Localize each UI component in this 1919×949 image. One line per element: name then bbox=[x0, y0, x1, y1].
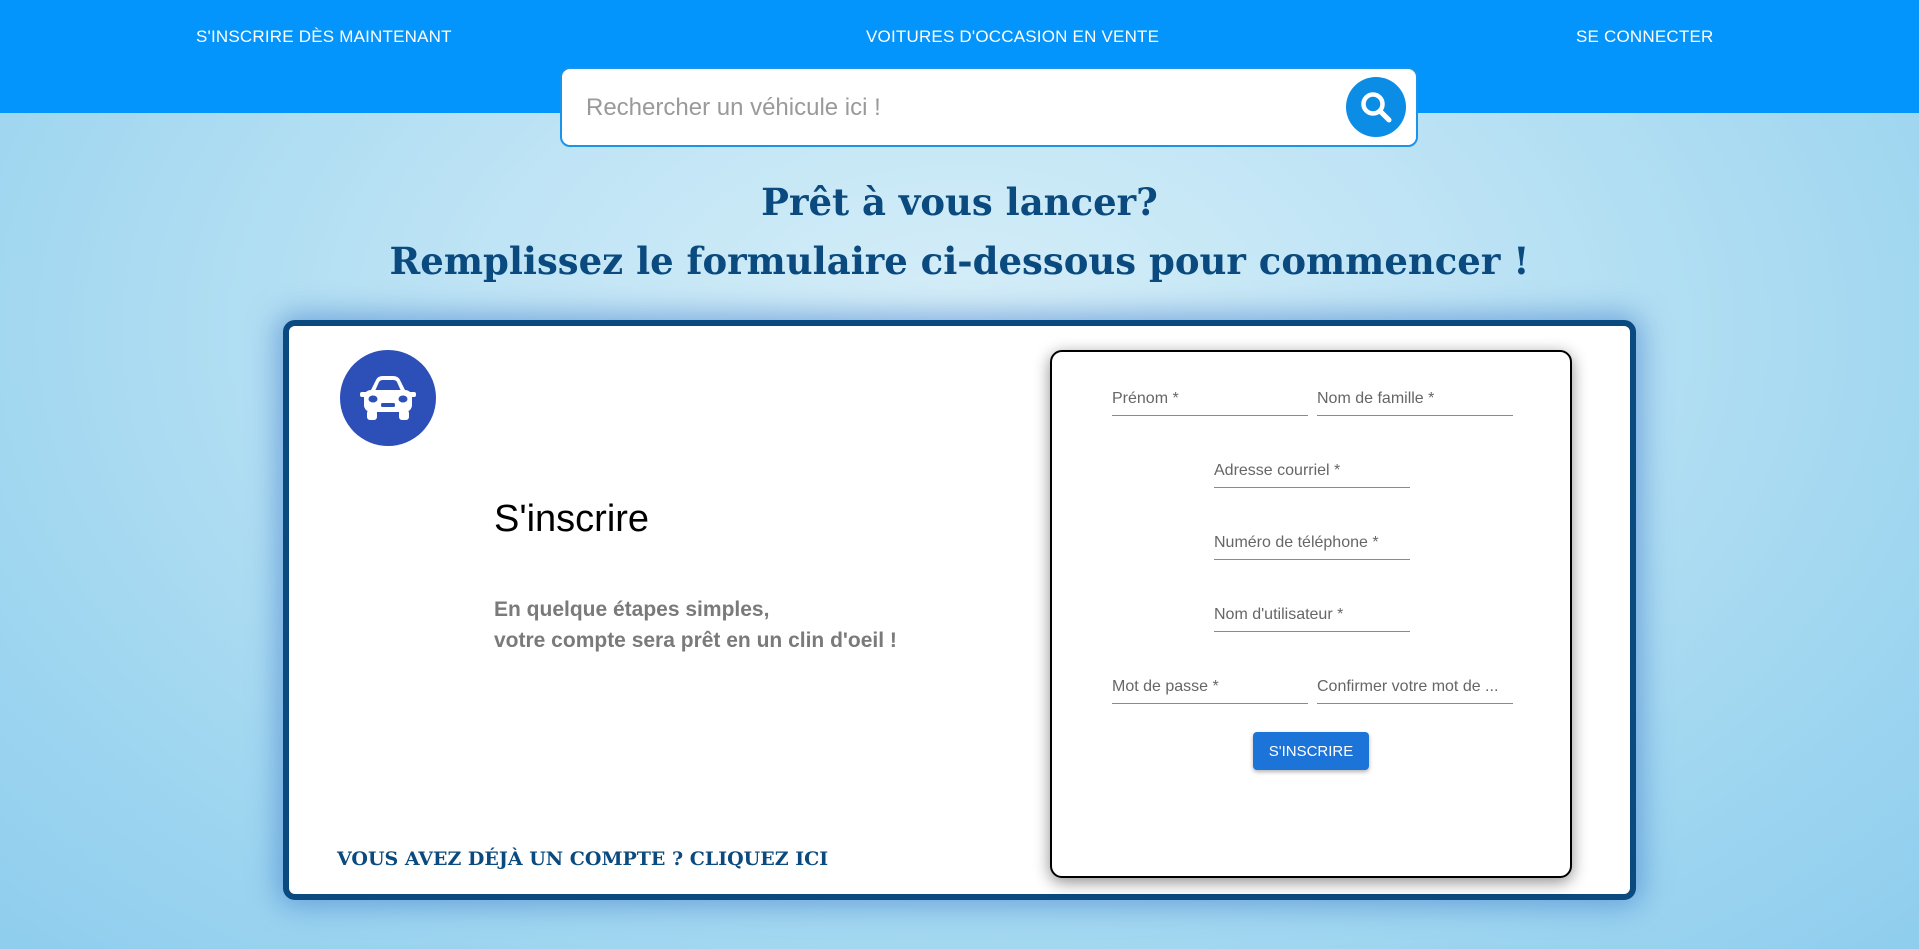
username-field[interactable]: Nom d'utilisateur * bbox=[1214, 602, 1410, 632]
signup-description-line-2: votre compte sera prêt en un clin d'oeil… bbox=[494, 629, 897, 652]
signup-title: S'inscrire bbox=[494, 498, 650, 540]
headline-line-1: Prêt à vous lancer? bbox=[761, 180, 1158, 224]
last-name-label: Nom de famille * bbox=[1317, 390, 1435, 407]
existing-account-link[interactable]: VOUS AVEZ DÉJÀ UN COMPTE ? CLIQUEZ ICI bbox=[337, 848, 828, 870]
nav-login-link[interactable]: SE CONNECTER bbox=[1576, 27, 1713, 47]
last-name-field[interactable]: Nom de famille * bbox=[1317, 386, 1513, 416]
logo bbox=[340, 350, 436, 446]
first-name-label: Prénom * bbox=[1112, 390, 1179, 407]
signup-description-line-1: En quelque étapes simples, bbox=[494, 598, 770, 621]
password-field[interactable]: Mot de passe * bbox=[1112, 674, 1308, 704]
username-label: Nom d'utilisateur * bbox=[1214, 606, 1344, 623]
nav-used-cars-link[interactable]: VOITURES D'OCCASION EN VENTE bbox=[866, 27, 1159, 47]
search-icon bbox=[1361, 92, 1392, 123]
search-bar bbox=[560, 67, 1418, 147]
confirm-password-field[interactable]: Confirmer votre mot de ... bbox=[1317, 674, 1513, 704]
phone-label: Numéro de téléphone * bbox=[1214, 534, 1379, 551]
email-field[interactable]: Adresse courriel * bbox=[1214, 458, 1410, 488]
first-name-field[interactable]: Prénom * bbox=[1112, 386, 1308, 416]
signup-submit-button[interactable]: S'INSCRIRE bbox=[1253, 732, 1369, 770]
email-label: Adresse courriel * bbox=[1214, 462, 1341, 479]
password-label: Mot de passe * bbox=[1112, 678, 1219, 695]
phone-field[interactable]: Numéro de téléphone * bbox=[1214, 530, 1410, 560]
confirm-password-label: Confirmer votre mot de ... bbox=[1317, 678, 1499, 695]
search-input[interactable] bbox=[584, 85, 1308, 131]
nav-signup-link[interactable]: S'INSCRIRE DÈS MAINTENANT bbox=[196, 27, 452, 47]
signup-description: En quelque étapes simples, votre compte … bbox=[494, 594, 897, 656]
car-icon bbox=[360, 376, 416, 420]
headline-line-2: Remplissez le formulaire ci-dessous pour… bbox=[389, 239, 1530, 283]
search-button[interactable] bbox=[1346, 77, 1406, 137]
signup-form: Prénom * Nom de famille * Adresse courri… bbox=[1050, 350, 1572, 878]
